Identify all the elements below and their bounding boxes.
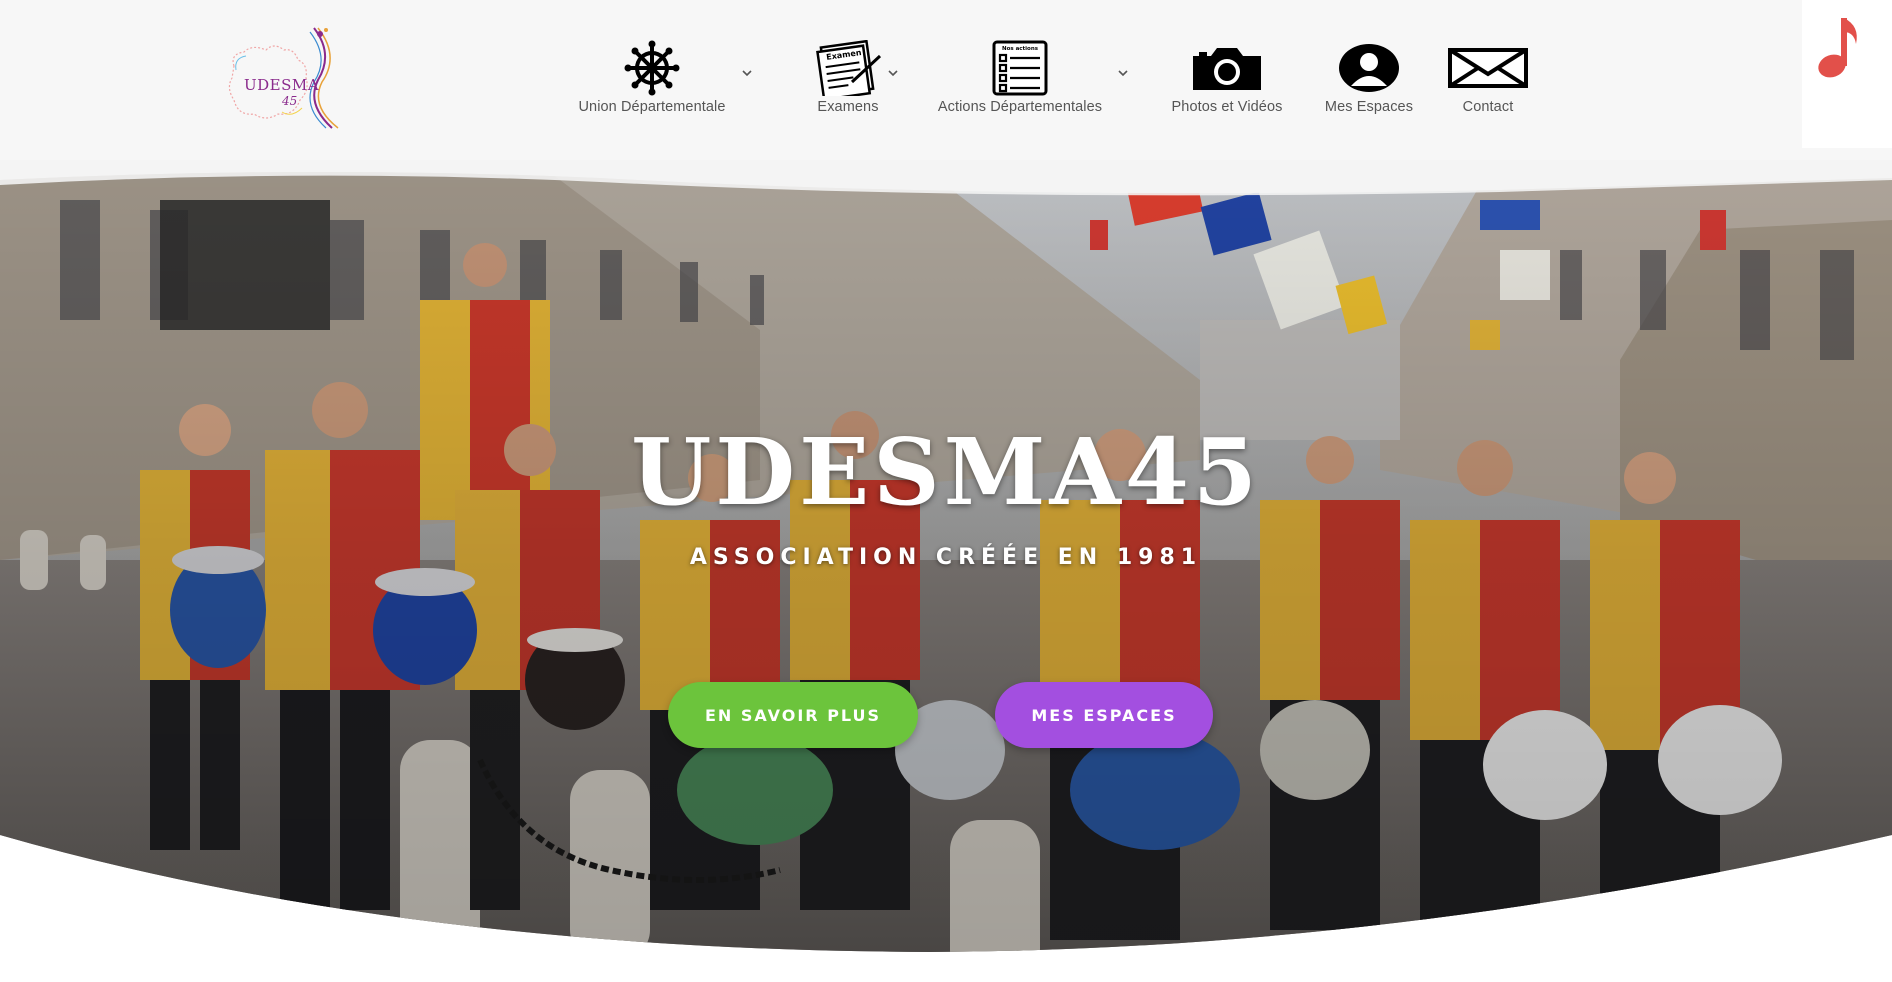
envelope-icon (1446, 40, 1530, 96)
nav-mes-espaces[interactable]: Mes Espaces (1322, 40, 1416, 120)
user-avatar-icon (1327, 40, 1411, 96)
ship-wheel-icon (610, 40, 694, 96)
nav-contact[interactable]: Contact (1446, 40, 1530, 120)
chevron-down-icon[interactable] (886, 66, 900, 80)
svg-text:Nos actions: Nos actions (1002, 46, 1039, 52)
nav-photos-videos[interactable]: Photos et Vidéos (1166, 40, 1288, 120)
site-logo[interactable]: UDESMA 45 (222, 24, 362, 134)
music-note-icon (1818, 18, 1857, 78)
hero-title: UDESMA45 (631, 418, 1261, 526)
en-savoir-plus-button[interactable]: EN SAVOIR PLUS (668, 682, 918, 748)
chevron-down-icon[interactable] (1116, 66, 1130, 80)
nav-label: Union Départementale (578, 99, 726, 115)
hero-subtitle: ASSOCIATION CRÉÉE EN 1981 (689, 545, 1203, 570)
nav-actions-departementales[interactable]: Nos actions Actions Départementales (928, 40, 1112, 120)
clipboard-checklist-icon: Nos actions (978, 40, 1062, 96)
logo-text: UDESMA (244, 76, 320, 94)
nav-label: Actions Départementales (937, 99, 1103, 115)
nav-label: Mes Espaces (1324, 99, 1414, 115)
camera-icon (1185, 40, 1269, 96)
chevron-down-icon[interactable] (740, 66, 754, 80)
logo-number: 45 (282, 94, 298, 108)
nav-label: Examens (817, 99, 879, 115)
nav-label: Photos et Vidéos (1171, 99, 1283, 115)
site-header: UDESMA 45 Union Départementale Examen Ex… (0, 0, 1892, 160)
nav-union-departementale[interactable]: Union Départementale (572, 40, 732, 120)
mes-espaces-button[interactable]: MES ESPACES (995, 682, 1213, 748)
nav-examens[interactable]: Examen Examens (808, 40, 888, 120)
music-toggle-button[interactable] (1802, 0, 1892, 148)
nav-label: Contact (1462, 99, 1514, 115)
exam-paper-icon: Examen (806, 40, 890, 96)
